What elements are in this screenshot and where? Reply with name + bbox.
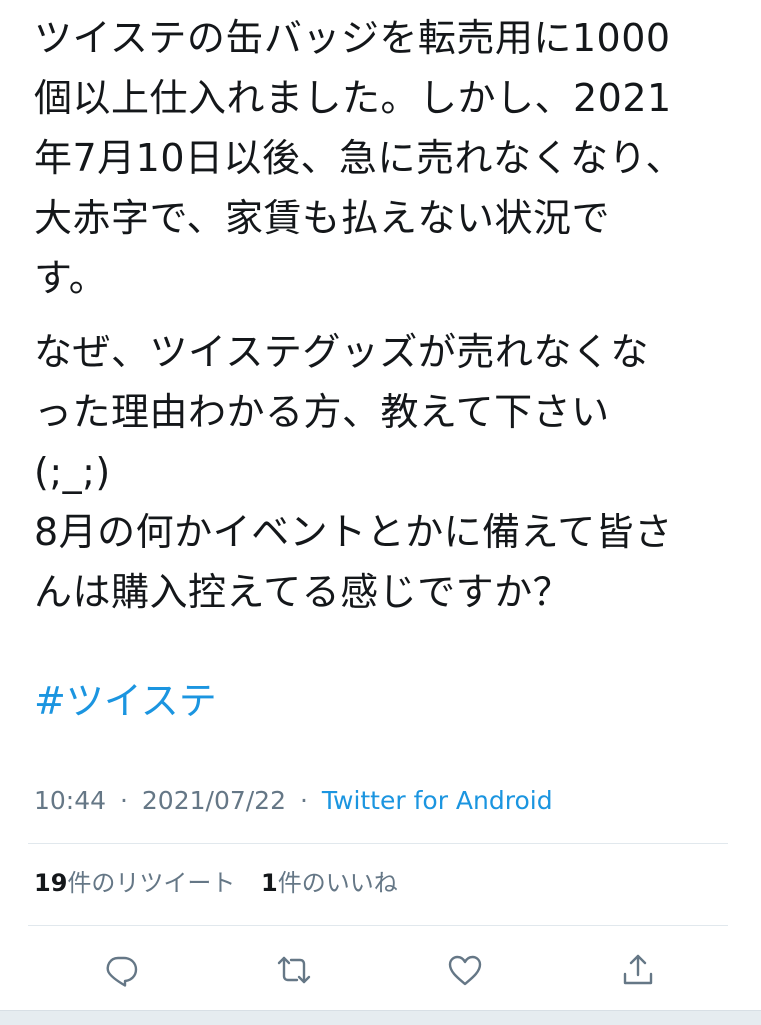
retweets-count: 19 bbox=[34, 869, 68, 897]
retweet-button[interactable] bbox=[270, 946, 318, 994]
tweet-paragraph: ツイステの缶バッジを転売用に1000 個以上仕入れました。しかし、2021 年7… bbox=[34, 16, 685, 300]
likes-label: 件のいいね bbox=[277, 869, 398, 897]
tweet-time: 10:44 bbox=[34, 786, 107, 815]
likes-count: 1 bbox=[261, 869, 278, 897]
share-button[interactable] bbox=[614, 946, 662, 994]
likes-stat[interactable]: 1件のいいね bbox=[261, 869, 398, 897]
share-icon bbox=[623, 954, 653, 985]
meta-separator: · bbox=[120, 786, 128, 815]
meta-separator: · bbox=[299, 786, 308, 815]
hashtag-link[interactable]: #ツイステ bbox=[34, 676, 217, 726]
tweet-source-link[interactable]: Twitter for Android bbox=[322, 786, 553, 815]
divider bbox=[28, 843, 728, 844]
divider bbox=[28, 925, 728, 926]
tweet-body: ツイステの缶バッジを転売用に1000 個以上仕入れました。しかし、2021 年7… bbox=[34, 8, 734, 622]
retweet-icon bbox=[277, 956, 311, 984]
engagement-stats: 19件のリツイート 1件のいいね bbox=[34, 866, 416, 900]
tweet-date: 2021/07/22 bbox=[141, 786, 286, 815]
retweets-label: 件のリツイート bbox=[67, 869, 236, 897]
heart-icon bbox=[448, 955, 482, 986]
like-button[interactable] bbox=[441, 946, 489, 994]
bottom-strip bbox=[0, 1010, 761, 1025]
retweets-stat[interactable]: 19件のリツイート bbox=[34, 869, 235, 897]
reply-icon bbox=[106, 956, 138, 987]
tweet-detail: ツイステの缶バッジを転売用に1000 個以上仕入れました。しかし、2021 年7… bbox=[0, 0, 761, 1010]
action-bar bbox=[0, 940, 761, 1000]
tweet-paragraph: なぜ、ツイステグッズが売れなくな った理由わかる方、教えて下さい (;_;) 8… bbox=[34, 330, 673, 614]
reply-button[interactable] bbox=[97, 946, 145, 994]
tweet-metadata: 10:44 · 2021/07/22 · Twitter for Android bbox=[34, 784, 553, 818]
